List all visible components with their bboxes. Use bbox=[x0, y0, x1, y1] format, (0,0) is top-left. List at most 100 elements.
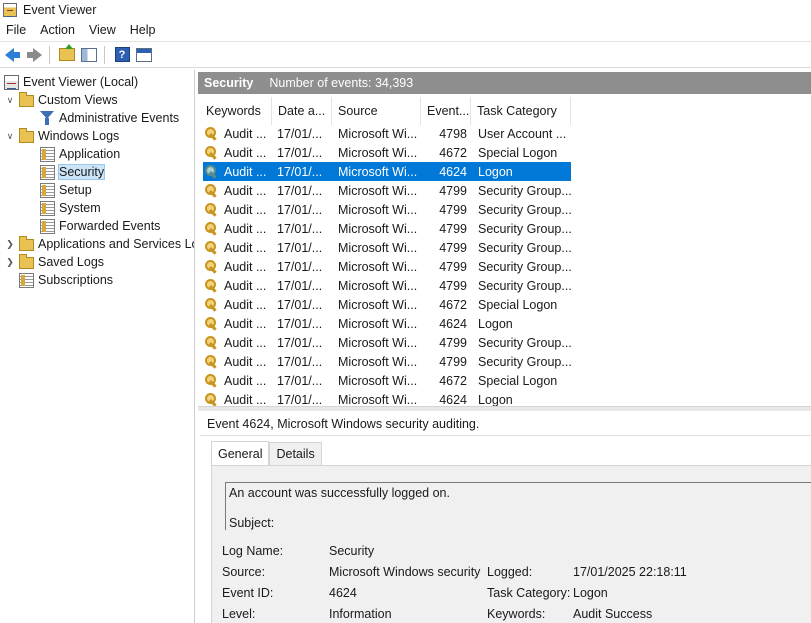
cell-source: Microsoft Wi... bbox=[332, 352, 421, 371]
cell-date-text: 17/01/... bbox=[277, 221, 323, 236]
menu-help[interactable]: Help bbox=[123, 23, 163, 37]
tree-item-system[interactable]: System bbox=[40, 199, 101, 217]
cell-date: 17/01/... bbox=[272, 124, 332, 143]
tree-item-application[interactable]: Application bbox=[40, 145, 120, 163]
key-icon bbox=[205, 221, 221, 236]
column-header-keywords[interactable]: Keywords bbox=[200, 97, 272, 125]
cell-keywords-text: Audit ... bbox=[224, 202, 267, 217]
cell-source: Microsoft Wi... bbox=[332, 181, 421, 200]
chevron-right-icon[interactable]: ❯ bbox=[4, 256, 16, 268]
cell-date-text: 17/01/... bbox=[277, 240, 323, 255]
tab-details[interactable]: Details bbox=[269, 442, 322, 465]
cell-keywords-text: Audit ... bbox=[224, 164, 267, 179]
key-icon bbox=[205, 164, 221, 179]
cell-event-id: 4799 bbox=[421, 257, 471, 276]
key-icon bbox=[205, 392, 221, 407]
cell-task-category-text: Special Logon bbox=[478, 373, 558, 388]
show-hide-console-tree-button[interactable] bbox=[79, 45, 99, 65]
cell-task-category: Special Logon bbox=[471, 143, 571, 162]
chevron-down-icon[interactable]: ∨ bbox=[4, 130, 16, 142]
help-button[interactable]: ? bbox=[112, 45, 132, 65]
column-header-event-id[interactable]: Event... bbox=[421, 97, 471, 125]
cell-keywords: Audit ... bbox=[203, 390, 272, 406]
cell-task-category-text: Security Group... bbox=[478, 202, 571, 217]
cell-task-category: Security Group... bbox=[471, 219, 571, 238]
menu-file[interactable]: File bbox=[0, 23, 33, 37]
tree-item-saved-logs[interactable]: ❯ Saved Logs bbox=[4, 253, 104, 271]
table-row[interactable]: Audit ... 17/01/... Microsoft Wi... 4624 Log… bbox=[203, 314, 571, 333]
table-row[interactable]: Audit ... 17/01/... Microsoft Wi... 4799 Sec… bbox=[203, 257, 571, 276]
tree-item-custom-views[interactable]: ∨ Custom Views bbox=[4, 91, 118, 109]
cell-date: 17/01/... bbox=[272, 295, 332, 314]
event-list: Keywords Date a... Source Event... Task … bbox=[200, 97, 811, 406]
cell-source: Microsoft Wi... bbox=[332, 219, 421, 238]
cell-keywords-text: Audit ... bbox=[224, 373, 267, 388]
key-icon bbox=[205, 202, 221, 217]
tree-item-security[interactable]: Security bbox=[40, 163, 106, 181]
menu-action[interactable]: Action bbox=[33, 23, 82, 37]
cell-event-id-text: 4799 bbox=[439, 221, 467, 236]
cell-task-category: Special Logon bbox=[471, 371, 571, 390]
up-one-level-button[interactable] bbox=[57, 44, 77, 65]
event-description-box[interactable]: An account was successfully logged on. S… bbox=[225, 482, 811, 530]
table-row[interactable]: Audit ... 17/01/... Microsoft Wi... 4672 Spe… bbox=[203, 371, 571, 390]
cell-keywords-text: Audit ... bbox=[224, 335, 267, 350]
tree-item-administrative-events[interactable]: Administrative Events bbox=[40, 109, 179, 127]
column-header-task-category[interactable]: Task Category bbox=[471, 97, 571, 125]
table-row[interactable]: Audit ... 17/01/... Microsoft Wi... 4798 Use… bbox=[203, 124, 571, 143]
cell-task-category-text: Security Group... bbox=[478, 354, 571, 369]
cell-keywords-text: Audit ... bbox=[224, 354, 267, 369]
cell-source-text: Microsoft Wi... bbox=[338, 278, 418, 293]
tree-item-windows-logs[interactable]: ∨ Windows Logs bbox=[4, 127, 119, 145]
cell-event-id-text: 4672 bbox=[439, 297, 467, 312]
key-icon bbox=[205, 354, 221, 369]
menu-view[interactable]: View bbox=[82, 23, 123, 37]
tree-item-event-viewer-local[interactable]: Event Viewer (Local) bbox=[4, 73, 138, 91]
source-label: Source: bbox=[222, 565, 266, 579]
table-row[interactable]: Audit ... 17/01/... Microsoft Wi... 4799 Sec… bbox=[203, 219, 571, 238]
cell-date: 17/01/... bbox=[272, 162, 332, 181]
table-row[interactable]: Audit ... 17/01/... Microsoft Wi... 4672 Spe… bbox=[203, 295, 571, 314]
column-header-source[interactable]: Source bbox=[332, 97, 421, 125]
back-button[interactable] bbox=[2, 45, 22, 65]
tree-item-applications-and-services[interactable]: ❯ Applications and Services Lo bbox=[4, 235, 194, 253]
cell-source-text: Microsoft Wi... bbox=[338, 126, 418, 141]
cell-task-category: Logon bbox=[471, 314, 571, 333]
cell-task-category-text: Security Group... bbox=[478, 278, 571, 293]
tab-general[interactable]: General bbox=[211, 441, 270, 465]
action-pane-icon bbox=[136, 47, 152, 62]
cell-event-id: 4799 bbox=[421, 276, 471, 295]
column-header-date[interactable]: Date a... bbox=[272, 97, 332, 125]
table-row[interactable]: Audit ... 17/01/... Microsoft Wi... 4624 Log… bbox=[203, 390, 571, 406]
show-hide-action-pane-button[interactable] bbox=[134, 45, 154, 65]
cell-source: Microsoft Wi... bbox=[332, 200, 421, 219]
tree-item-subscriptions[interactable]: Subscriptions bbox=[19, 271, 113, 289]
column-header-row: Keywords Date a... Source Event... Task … bbox=[200, 97, 571, 125]
level-label: Level: bbox=[222, 607, 256, 621]
key-icon bbox=[205, 373, 221, 388]
cell-date: 17/01/... bbox=[272, 314, 332, 333]
chevron-down-icon[interactable]: ∨ bbox=[4, 94, 16, 106]
table-row[interactable]: Audit ... 17/01/... Microsoft Wi... 4799 Sec… bbox=[203, 238, 571, 257]
table-row[interactable]: Audit ... 17/01/... Microsoft Wi... 4672 Spe… bbox=[203, 143, 571, 162]
menu-bar: File Action View Help bbox=[0, 20, 811, 40]
cell-date-text: 17/01/... bbox=[277, 373, 323, 388]
cell-task-category: Security Group... bbox=[471, 333, 571, 352]
table-row[interactable]: Audit ... 17/01/... Microsoft Wi... 4799 Sec… bbox=[203, 352, 571, 371]
key-icon bbox=[205, 145, 221, 160]
table-row[interactable]: Audit ... 17/01/... Microsoft Wi... 4799 Sec… bbox=[203, 200, 571, 219]
cell-event-id: 4672 bbox=[421, 143, 471, 162]
forward-button[interactable] bbox=[24, 45, 44, 65]
cell-source: Microsoft Wi... bbox=[332, 314, 421, 333]
cell-keywords: Audit ... bbox=[203, 124, 272, 143]
table-row[interactable]: Audit ... 17/01/... Microsoft Wi... 4799 Sec… bbox=[203, 181, 571, 200]
cell-task-category: Security Group... bbox=[471, 238, 571, 257]
chevron-right-icon[interactable]: ❯ bbox=[4, 238, 16, 250]
table-row[interactable]: Audit ... 17/01/... Microsoft Wi... 4799 Sec… bbox=[203, 276, 571, 295]
tree-item-setup[interactable]: Setup bbox=[40, 181, 92, 199]
key-icon bbox=[205, 259, 221, 274]
table-row[interactable]: Audit ... 17/01/... Microsoft Wi... 4624 Log… bbox=[203, 162, 571, 181]
table-row[interactable]: Audit ... 17/01/... Microsoft Wi... 4799 Sec… bbox=[203, 333, 571, 352]
keywords-label: Keywords: bbox=[487, 607, 546, 621]
tree-item-forwarded-events[interactable]: Forwarded Events bbox=[40, 217, 160, 235]
